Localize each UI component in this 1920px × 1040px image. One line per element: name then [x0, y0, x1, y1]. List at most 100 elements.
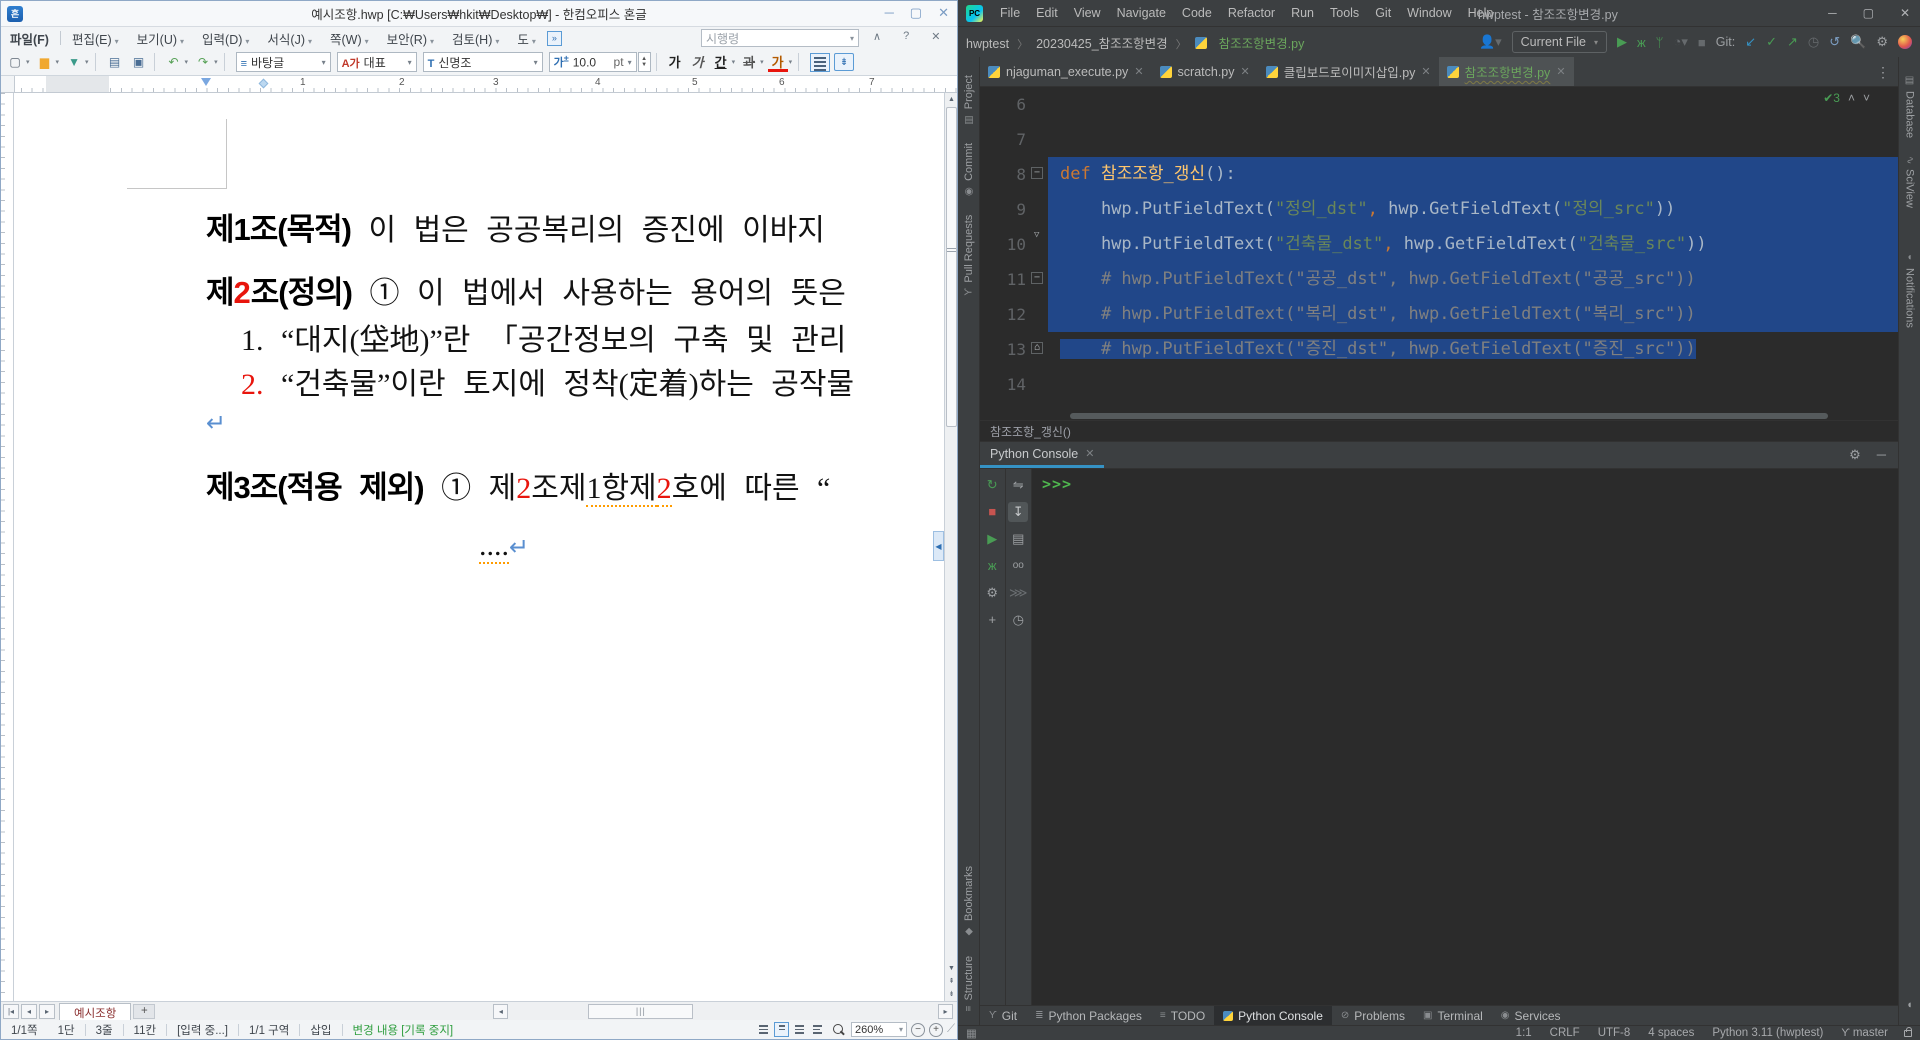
tool-button-terminal[interactable]: ▣ Terminal — [1414, 1006, 1492, 1025]
stripe-button-commit[interactable]: ◉ Commit — [963, 143, 975, 197]
undo-icon[interactable]: ↶ — [164, 53, 184, 71]
editor-tab[interactable]: 클립보드로이미지삽입.py ✕ — [1258, 57, 1439, 86]
command-search-input[interactable]: 시행령 ▾ — [701, 29, 859, 47]
close-icon[interactable]: ✕ — [1134, 65, 1143, 78]
tool-button-python-console[interactable]: Python Console — [1214, 1006, 1332, 1025]
zoom-in-icon[interactable]: + — [929, 1022, 943, 1037]
hwp-menu-item[interactable]: 편집(E) ▾ — [63, 29, 128, 48]
status-segment[interactable]: 4 spaces — [1648, 1027, 1694, 1039]
open-folder-icon[interactable]: ▆ — [35, 53, 55, 71]
bold-button[interactable]: 가 — [665, 53, 685, 72]
minimize-icon[interactable]: ─ — [885, 5, 894, 21]
close-icon[interactable]: ✕ — [1085, 447, 1094, 460]
stop-icon[interactable]: ■ — [982, 502, 1002, 522]
editor-line[interactable]: 8 − def 참조조항_갱신(): — [980, 157, 1898, 192]
chevron-down-icon[interactable]: ▾ — [26, 58, 30, 66]
editor-line[interactable]: 6 — [980, 87, 1898, 122]
git-update-icon[interactable]: ↙ — [1745, 34, 1756, 50]
prev-tab-icon[interactable]: ◂ — [21, 1003, 37, 1019]
resize-grip[interactable]: ⟋ — [947, 1023, 957, 1036]
tool-window-switcher-icon[interactable]: ▦ — [966, 1026, 977, 1040]
hwp-menu-item[interactable]: 도 ▾ — [508, 29, 545, 48]
hscroll-left-icon[interactable]: ◂ — [493, 1003, 509, 1019]
pycharm-menu-item[interactable]: Navigate — [1110, 6, 1173, 20]
soft-wrap-icon[interactable]: ⇋ — [1008, 475, 1028, 495]
console-minimize-icon[interactable]: ─ — [1877, 447, 1886, 463]
first-tab-icon[interactable]: |◂ — [3, 1003, 19, 1019]
pycharm-menu-item[interactable]: View — [1067, 6, 1108, 20]
pycharm-menu-item[interactable]: Refactor — [1221, 6, 1282, 20]
git-commit-icon[interactable]: ✓ — [1766, 34, 1777, 50]
close-icon[interactable]: ✕ — [1241, 65, 1250, 78]
lock-icon[interactable] — [1904, 1026, 1912, 1037]
ribbon-collapse-icon[interactable]: ∧ — [873, 30, 881, 43]
tool-button-git[interactable]: ϒ Git — [980, 1006, 1026, 1025]
run-icon[interactable]: ▶ — [1617, 34, 1627, 50]
editor-line[interactable]: 14 — [980, 367, 1898, 402]
close-icon[interactable]: ✕ — [1421, 65, 1430, 78]
zoom-out-icon[interactable]: − — [911, 1022, 925, 1037]
scrollbar-thumb[interactable] — [946, 107, 957, 427]
justify-button[interactable] — [810, 52, 831, 72]
save-icon[interactable]: ▼ — [64, 53, 84, 71]
pycharm-menu-item[interactable]: Run — [1284, 6, 1321, 20]
scroll-to-end-icon[interactable]: ↧ — [1008, 502, 1029, 522]
editor-hscrollbar[interactable] — [980, 412, 1898, 420]
pycharm-menu-item[interactable]: Window — [1400, 6, 1458, 20]
vertical-scrollbar[interactable]: ▲ ▼ ⇞ ⇟ — [944, 93, 957, 1001]
editor-tab[interactable]: njaguman_execute.py ✕ — [980, 57, 1152, 86]
status-segment[interactable]: UTF-8 — [1598, 1027, 1631, 1039]
status-segment[interactable]: CRLF — [1550, 1027, 1580, 1039]
next-problem-icon[interactable]: ˅ — [1863, 91, 1870, 105]
add-tab-icon[interactable]: + — [133, 1003, 156, 1019]
stripe-button-notifications[interactable]: ◖ Notifications — [1904, 252, 1916, 328]
editor-line[interactable]: 10 hwp.PutFieldText("건축물_dst", hwp.GetFi… — [980, 227, 1898, 262]
chevron-down-icon[interactable]: ▾ — [850, 34, 854, 43]
stripe-button-pull-requests[interactable]: ϒ Pull Requests — [963, 215, 975, 296]
user-dropdown-icon[interactable]: 👤▾ — [1479, 34, 1502, 50]
pycharm-menu-item[interactable]: Tools — [1323, 6, 1366, 20]
git-rollback-icon[interactable]: ↺ — [1829, 34, 1840, 50]
fold-column[interactable]: ⌂ — [1026, 332, 1048, 367]
stripe-button-project[interactable]: ▤ Project — [963, 75, 975, 125]
add-icon[interactable]: + — [982, 610, 1002, 630]
chevron-down-icon[interactable]: ▾ — [85, 58, 89, 66]
help-icon[interactable]: ? — [903, 30, 909, 43]
breadcrumb-item[interactable]: 20230425_참조조항변경 — [1036, 37, 1168, 51]
console-output[interactable]: >>> — [1032, 469, 1898, 1005]
next-tab-icon[interactable]: ▸ — [39, 1003, 55, 1019]
font-size-combo[interactable]: 가± 10.0 pt ▾ — [548, 52, 637, 72]
margin-marker[interactable] — [258, 78, 269, 89]
menu-overflow-icon[interactable]: » — [546, 30, 562, 46]
pycharm-menu-item[interactable]: Edit — [1029, 6, 1065, 20]
chevron-down-icon[interactable]: ▾ — [185, 58, 189, 66]
pycharm-menu-item[interactable]: File — [993, 6, 1027, 20]
editor-line[interactable]: 13 ⌂ # hwp.PutFieldText("증진_dst", hwp.Ge… — [980, 332, 1898, 367]
stripe-button-bookmarks[interactable]: ◆ Bookmarks — [963, 866, 975, 937]
zoom-level-select[interactable]: 260% ▾ — [851, 1022, 907, 1037]
indent-marker[interactable] — [201, 78, 211, 86]
maximize-icon[interactable]: ▢ — [910, 5, 922, 21]
minimize-icon[interactable]: ─ — [1828, 6, 1837, 20]
coverage-dropdown-icon[interactable]: ◔▾ — [1673, 34, 1687, 50]
prev-problem-icon[interactable]: ˄ — [1848, 91, 1855, 105]
hwp-menu-item[interactable]: 파일(F) — [1, 29, 58, 48]
settings-gear-icon[interactable]: ⚙ — [1876, 34, 1888, 50]
git-push-icon[interactable]: ↗ — [1787, 34, 1798, 50]
horizontal-scrollbar[interactable]: ◂ ||| ▸ — [163, 1003, 957, 1019]
print-preview-icon[interactable]: ▣ — [129, 53, 149, 71]
breadcrumb-item[interactable]: 참조조항변경.py — [1219, 37, 1305, 51]
maximize-icon[interactable]: ▢ — [1863, 6, 1874, 20]
run-icon[interactable]: ▶ — [982, 529, 1002, 549]
scroll-up-icon[interactable]: ▲ — [945, 93, 957, 106]
view-mode-column-icon[interactable] — [792, 1022, 807, 1037]
ai-sphere-icon[interactable] — [1898, 35, 1912, 49]
document-canvas[interactable]: 제1조(목적) 이 법은 공공복리의 증진에 이바지 제2조(정의) ① 이 법에… — [1, 93, 957, 1001]
editor-line[interactable]: 12 # hwp.PutFieldText("복리_dst", hwp.GetF… — [980, 297, 1898, 332]
rerun-icon[interactable]: ↻ — [982, 475, 1002, 495]
view-mode-fit-icon[interactable] — [774, 1022, 789, 1037]
editor-breadcrumb[interactable]: 참조조항_갱신() — [980, 420, 1898, 441]
close-icon[interactable]: ✕ — [938, 5, 949, 21]
zoom-search-icon[interactable] — [833, 1023, 845, 1036]
pycharm-menu-item[interactable]: Code — [1175, 6, 1219, 20]
